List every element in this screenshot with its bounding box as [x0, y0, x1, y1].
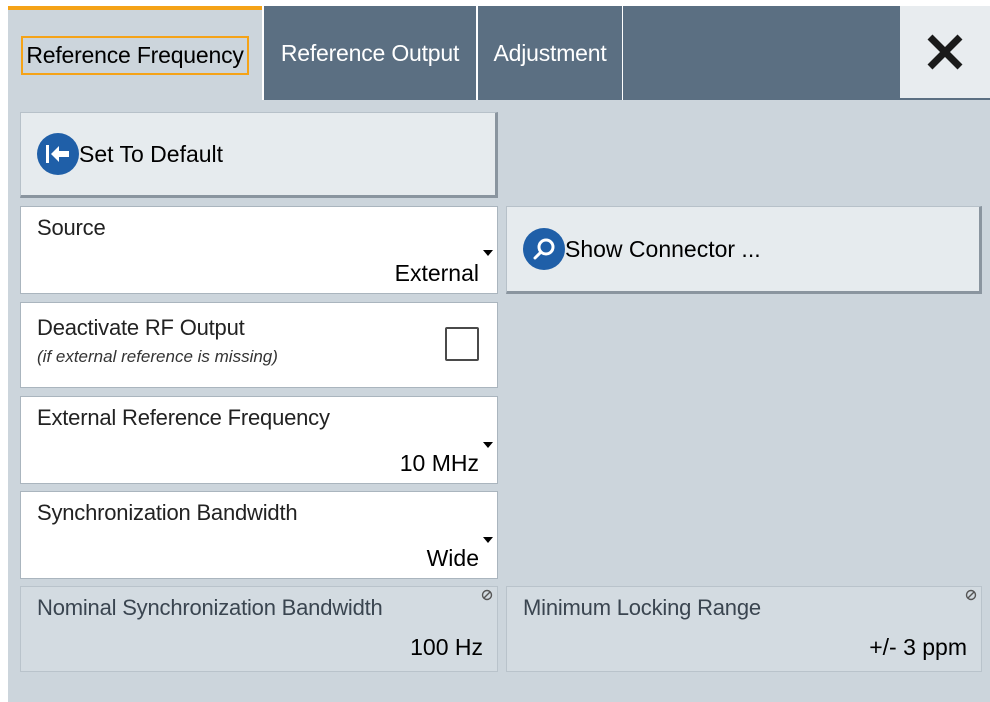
source-select[interactable]: Source External — [20, 206, 498, 294]
tab-adjustment[interactable]: Adjustment — [477, 6, 623, 100]
dropdown-caret-icon — [483, 537, 493, 543]
set-to-default-label: Set To Default — [79, 140, 224, 167]
deactivate-rf-output-sublabel: (if external reference is missing) — [37, 347, 278, 366]
tab-label: Reference Output — [280, 39, 460, 66]
close-button[interactable] — [900, 6, 990, 98]
set-default-icon — [37, 133, 79, 175]
set-to-default-button[interactable]: Set To Default — [20, 112, 498, 198]
source-value: External — [394, 260, 479, 286]
close-icon — [927, 34, 963, 70]
synchronization-bandwidth-select[interactable]: Synchronization Bandwidth Wide — [20, 491, 498, 579]
minimum-locking-range-value: +/- 3 ppm — [869, 634, 967, 660]
deactivate-rf-output-checkbox[interactable] — [445, 327, 479, 361]
external-reference-frequency-select[interactable]: External Reference Frequency 10 MHz — [20, 396, 498, 484]
external-reference-frequency-value: 10 MHz — [399, 450, 479, 476]
tab-reference-frequency[interactable]: Reference Frequency — [8, 6, 262, 100]
tab-reference-output[interactable]: Reference Output — [262, 6, 477, 100]
deactivate-rf-output-row: Deactivate RF Output (if external refere… — [20, 302, 498, 388]
minimum-locking-range-label: Minimum Locking Range — [523, 595, 761, 620]
external-reference-frequency-label: External Reference Frequency — [37, 405, 330, 430]
dropdown-caret-icon — [483, 250, 493, 256]
dropdown-caret-icon — [483, 442, 493, 448]
read-only-icon — [481, 589, 493, 601]
synchronization-bandwidth-value: Wide — [426, 545, 479, 571]
reference-frequency-dialog: Reference Frequency Reference Output Adj… — [8, 6, 990, 702]
tab-bar: Reference Frequency Reference Output Adj… — [8, 6, 990, 100]
tab-label: Adjustment — [493, 39, 607, 66]
synchronization-bandwidth-label: Synchronization Bandwidth — [37, 500, 298, 525]
tab-label: Reference Frequency — [21, 35, 249, 75]
deactivate-rf-output-label: Deactivate RF Output — [37, 315, 245, 340]
show-connector-label: Show Connector ... — [565, 235, 761, 262]
read-only-icon — [965, 589, 977, 601]
minimum-locking-range-display: Minimum Locking Range +/- 3 ppm — [506, 586, 982, 672]
show-connector-button[interactable]: Show Connector ... — [506, 206, 982, 294]
search-icon — [523, 228, 565, 270]
nominal-synchronization-bandwidth-display: Nominal Synchronization Bandwidth 100 Hz — [20, 586, 498, 672]
nominal-synchronization-bandwidth-label: Nominal Synchronization Bandwidth — [37, 595, 383, 620]
source-label: Source — [37, 215, 106, 240]
nominal-synchronization-bandwidth-value: 100 Hz — [410, 634, 483, 660]
